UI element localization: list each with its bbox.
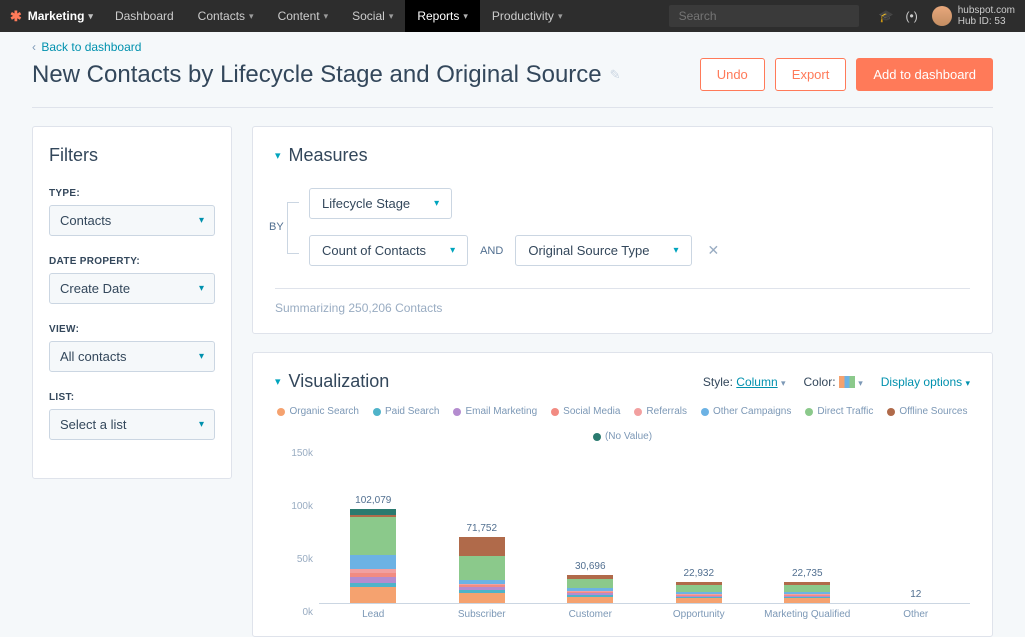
chevron-down-icon: ▾ <box>199 215 204 226</box>
chevron-down-icon: ▾ <box>199 351 204 362</box>
page-title: New Contacts by Lifecycle Stage and Orig… <box>32 61 602 89</box>
chevron-down-icon: ▾ <box>199 283 204 294</box>
nav-reports[interactable]: Reports▾ <box>405 0 480 32</box>
legend-item[interactable]: Other Campaigns <box>701 406 791 417</box>
brand[interactable]: ✱ Marketing ▾ <box>0 8 103 25</box>
style-picker[interactable]: Style: Column ▾ <box>703 375 786 389</box>
bar-group: 30,696 <box>536 561 645 604</box>
filter-type-select[interactable]: Contacts▾ <box>49 205 215 236</box>
x-category: Opportunity <box>645 609 754 620</box>
filter-type-label: TYPE: <box>49 188 215 199</box>
search-input[interactable] <box>669 5 859 27</box>
viz-title: Visualization <box>289 371 390 392</box>
bar-group: 71,752 <box>428 523 537 604</box>
filter-list-label: LIST: <box>49 392 215 403</box>
pencil-icon[interactable]: ✎ <box>610 67 621 83</box>
x-category: Customer <box>536 609 645 620</box>
chevron-down-icon[interactable]: ▾ <box>275 375 281 388</box>
chevron-down-icon: ▾ <box>199 419 204 430</box>
bar-group: 12 <box>862 589 971 604</box>
measures-title: Measures <box>289 145 368 166</box>
chevron-down-icon: ▾ <box>324 11 329 22</box>
x-category: Other <box>862 609 971 620</box>
and-label: AND <box>480 245 503 257</box>
chevron-down-icon: ▾ <box>450 245 455 256</box>
legend-item[interactable]: Email Marketing <box>453 406 537 417</box>
by-label: BY <box>269 219 284 235</box>
measures-panel: ▾ Measures BY Lifecycle Stage▾ Count of … <box>252 126 993 334</box>
chevron-down-icon: ▾ <box>434 198 439 209</box>
top-nav: ✱ Marketing ▾ DashboardContacts▾Content▾… <box>0 0 1025 32</box>
chart-legend: Organic Search Paid Search Email Marketing… <box>275 406 970 442</box>
chevron-down-icon: ▾ <box>558 11 563 22</box>
display-options[interactable]: Display options ▾ <box>881 375 970 389</box>
measure-lifecycle-select[interactable]: Lifecycle Stage▾ <box>309 188 452 219</box>
x-category: Marketing Qualified <box>753 609 862 620</box>
nav-dashboard[interactable]: Dashboard <box>103 0 186 32</box>
add-to-dashboard-button[interactable]: Add to dashboard <box>856 58 993 91</box>
chevron-left-icon: ‹ <box>32 40 36 54</box>
legend-item[interactable]: Paid Search <box>373 406 439 417</box>
filters-panel: Filters TYPE: Contacts▾ DATE PROPERTY: C… <box>32 126 232 479</box>
nav-content[interactable]: Content▾ <box>266 0 341 32</box>
bar-group: 102,079 <box>319 495 428 604</box>
legend-item[interactable]: Social Media <box>551 406 620 417</box>
color-swatch-icon <box>839 376 855 388</box>
legend-item[interactable]: Offline Sources <box>887 406 967 417</box>
visualization-panel: ▾ Visualization Style: Column ▾ Color: ▾… <box>252 352 993 637</box>
chevron-down-icon[interactable]: ▾ <box>275 149 281 162</box>
chevron-down-icon: ▾ <box>88 11 93 22</box>
filter-date-label: DATE PROPERTY: <box>49 256 215 267</box>
account-name: hubspot.com <box>958 5 1015 16</box>
filter-view-select[interactable]: All contacts▾ <box>49 341 215 372</box>
legend-item[interactable]: (No Value) <box>593 431 652 442</box>
remove-icon[interactable]: ✕ <box>708 242 720 259</box>
legend-item[interactable]: Direct Traffic <box>805 406 873 417</box>
nav-contacts[interactable]: Contacts▾ <box>186 0 266 32</box>
bar-group: 22,932 <box>645 568 754 604</box>
academy-icon[interactable]: 🎓 <box>879 9 894 23</box>
export-button[interactable]: Export <box>775 58 847 91</box>
chevron-down-icon: ▾ <box>389 11 394 22</box>
account-menu[interactable]: hubspot.com Hub ID: 53 <box>958 5 1015 27</box>
sprocket-icon: ✱ <box>10 8 22 25</box>
breadcrumb-back: Back to dashboard <box>41 40 141 54</box>
chevron-down-icon: ▾ <box>674 245 679 256</box>
filter-list-select[interactable]: Select a list▾ <box>49 409 215 440</box>
legend-item[interactable]: Referrals <box>634 406 687 417</box>
brand-label: Marketing <box>28 9 85 23</box>
filters-title: Filters <box>49 145 215 166</box>
undo-button[interactable]: Undo <box>700 58 765 91</box>
nav-social[interactable]: Social▾ <box>340 0 405 32</box>
filter-view-label: VIEW: <box>49 324 215 335</box>
nav-productivity[interactable]: Productivity▾ <box>480 0 575 32</box>
bar-group: 22,735 <box>753 568 862 604</box>
x-category: Lead <box>319 609 428 620</box>
chart: 150k100k50k0k 102,07971,75230,69622,9322… <box>275 448 970 618</box>
broadcast-icon[interactable]: (•) <box>906 9 918 23</box>
breadcrumb[interactable]: ‹ Back to dashboard <box>32 40 993 54</box>
x-category: Subscriber <box>428 609 537 620</box>
measure-source-select[interactable]: Original Source Type▾ <box>515 235 691 266</box>
measure-count-select[interactable]: Count of Contacts▾ <box>309 235 468 266</box>
measures-summary: Summarizing 250,206 Contacts <box>275 288 970 315</box>
color-picker[interactable]: Color: ▾ <box>804 375 863 389</box>
account-sub: Hub ID: 53 <box>958 16 1015 27</box>
chevron-down-icon: ▾ <box>463 11 468 22</box>
filter-date-select[interactable]: Create Date▾ <box>49 273 215 304</box>
avatar[interactable] <box>932 6 952 26</box>
legend-item[interactable]: Organic Search <box>277 406 358 417</box>
chevron-down-icon: ▾ <box>249 11 254 22</box>
